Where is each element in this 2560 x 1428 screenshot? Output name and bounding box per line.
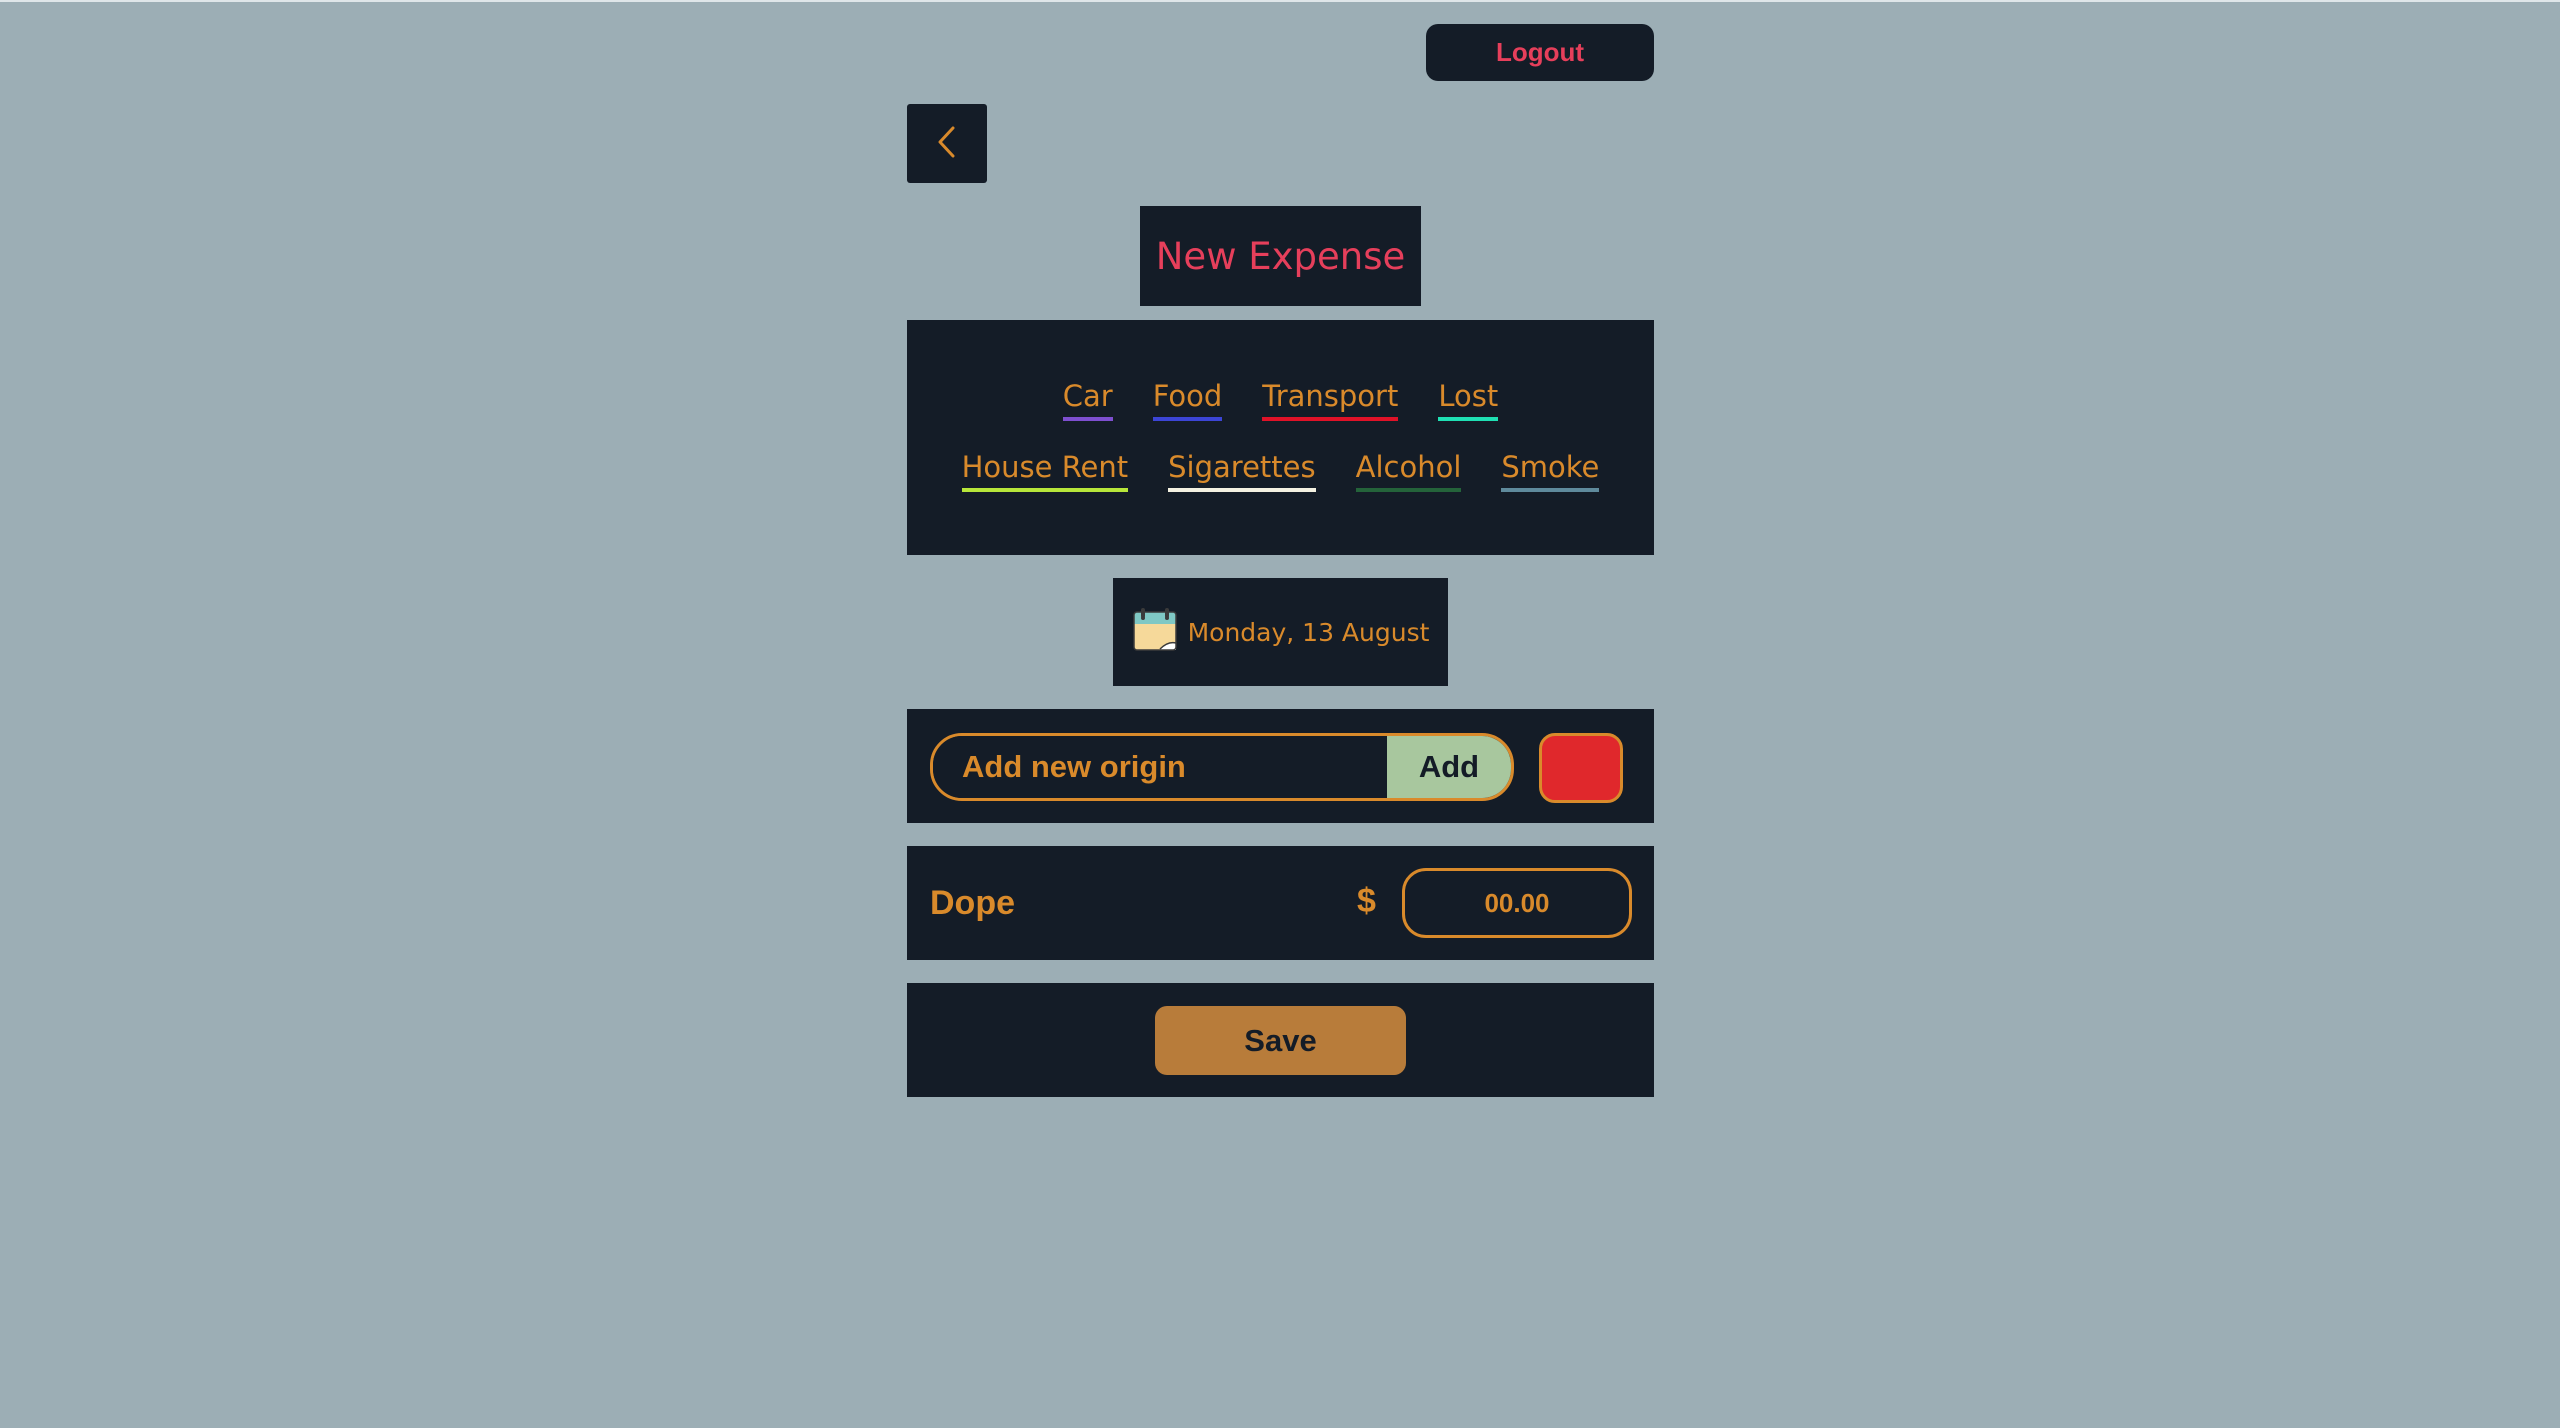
origin-input-group: Add — [930, 733, 1514, 801]
origin-panel: Add — [907, 709, 1654, 823]
color-picker-swatch[interactable] — [1539, 733, 1623, 803]
category-smoke[interactable]: Smoke — [1501, 450, 1600, 493]
origin-input[interactable] — [933, 736, 1387, 798]
category-row: House Rent Sigarettes Alcohol Smoke — [907, 450, 1654, 493]
page-title: New Expense — [1155, 234, 1406, 278]
category-transport[interactable]: Transport — [1262, 379, 1399, 422]
expense-name: Dope — [930, 883, 1015, 922]
date-picker[interactable]: Monday, 13 August — [1113, 578, 1448, 686]
amount-panel: Dope $ — [907, 846, 1654, 960]
add-origin-button[interactable]: Add — [1387, 736, 1511, 798]
category-car[interactable]: Car — [1062, 379, 1113, 422]
category-food[interactable]: Food — [1152, 379, 1223, 422]
back-button[interactable] — [907, 104, 987, 183]
category-row: Car Food Transport Lost — [907, 379, 1654, 422]
chevron-left-icon — [935, 125, 959, 163]
page-title-box: New Expense — [1140, 206, 1421, 306]
category-house-rent[interactable]: House Rent — [961, 450, 1129, 493]
category-lost[interactable]: Lost — [1438, 379, 1499, 422]
category-sigarettes[interactable]: Sigarettes — [1168, 450, 1316, 493]
currency-symbol: $ — [1357, 881, 1376, 920]
category-alcohol[interactable]: Alcohol — [1355, 450, 1462, 493]
save-panel: Save — [907, 983, 1654, 1097]
date-text: Monday, 13 August — [1187, 617, 1430, 647]
top-border — [0, 0, 2560, 2]
amount-input[interactable] — [1402, 868, 1632, 938]
logout-button[interactable]: Logout — [1426, 24, 1654, 81]
save-button[interactable]: Save — [1155, 1006, 1406, 1075]
calendar-icon — [1132, 607, 1178, 657]
category-panel: Car Food Transport Lost House Rent Sigar… — [907, 320, 1654, 555]
